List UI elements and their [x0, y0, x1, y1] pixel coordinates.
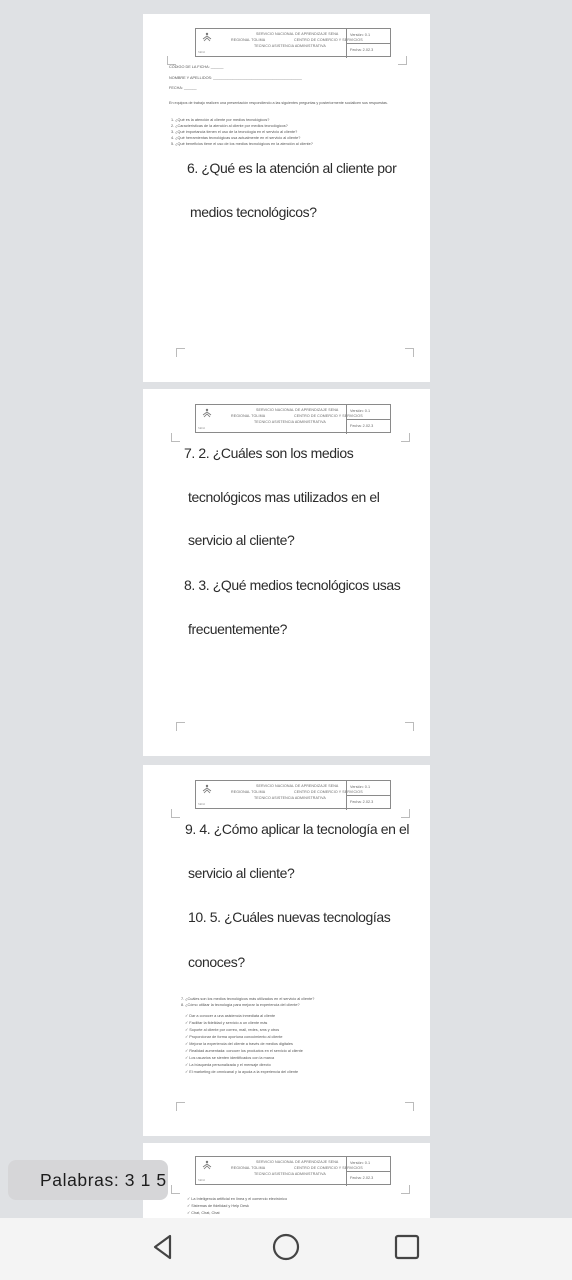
- field-code: CÓDIGO DE LA FICHA: ______: [169, 65, 224, 69]
- version-box: Versión: 0.1 Fecha: 2.02.3: [346, 781, 390, 810]
- version-label: Versión: 0.1: [347, 1157, 390, 1172]
- handwritten-line: 9. 4. ¿Cómo aplicar la tecnología en el: [185, 821, 410, 837]
- field-name: NOMBRE Y APELLIDOS: ____________________…: [169, 76, 302, 80]
- list-item: ✓ Dar a conocer a una asistencia inmedia…: [185, 1014, 276, 1018]
- logo-caption: SENA: [198, 1179, 206, 1182]
- handwritten-line: 7. 2. ¿Cuáles son los medios: [184, 445, 354, 461]
- question-item: 5. ¿Qué beneficios tiene el uso de los m…: [171, 142, 313, 146]
- document-page-1: SENA SERVICIO NACIONAL DE APRENDIZAJE SE…: [143, 14, 430, 382]
- page-corner-mark: [176, 1102, 185, 1111]
- question-item: 8. ¿Cómo utilizar la tecnología para mej…: [181, 1003, 300, 1007]
- org-line-2a: REGIONAL TOLIMA: [231, 790, 266, 794]
- org-line-2a: REGIONAL TOLIMA: [231, 414, 266, 418]
- list-item: ✓ Los usuarios se sienten identificados …: [185, 1056, 275, 1060]
- page-corner-mark: [398, 56, 407, 65]
- logo-caption: SENA: [198, 803, 206, 806]
- page-header: SENA SERVICIO NACIONAL DE APRENDIZAJE SE…: [195, 28, 391, 58]
- back-triangle-icon[interactable]: [146, 1230, 180, 1264]
- handwritten-line: frecuentemente?: [188, 621, 288, 637]
- version-label: Versión: 0.1: [347, 29, 390, 44]
- page-corner-mark: [405, 1102, 414, 1111]
- field-date: FECHA: ______: [169, 86, 197, 90]
- list-item: ✓ Soporte al cliente por correo, mail, r…: [185, 1028, 280, 1032]
- page-corner-mark: [401, 1185, 410, 1194]
- version-box: Versión: 0.1 Fecha: 2.02.3: [346, 405, 390, 434]
- handwritten-line: conoces?: [188, 954, 245, 970]
- page-corner-mark: [171, 433, 180, 442]
- sena-logo-icon: [202, 1160, 212, 1170]
- sena-logo-icon: [202, 784, 212, 794]
- version-label: Versión: 0.1: [347, 781, 390, 796]
- question-item: 2. ¿Características de la atención al cl…: [171, 124, 288, 128]
- page-corner-mark: [405, 722, 414, 731]
- page-corner-mark: [167, 56, 176, 65]
- org-line-2a: REGIONAL TOLIMA: [231, 38, 266, 42]
- list-item: ✓ Realidad aumentada: conocer los produc…: [185, 1049, 303, 1053]
- date-label: Fecha: 2.02.3: [350, 423, 374, 428]
- question-item: 3. ¿Qué importancia tienen el uso de la …: [171, 130, 298, 134]
- handwritten-line: servicio al cliente?: [188, 532, 295, 548]
- system-navigation-bar: [0, 1218, 572, 1280]
- list-item: ✓ Facilitar la fidelidad y servicio a un…: [185, 1021, 268, 1025]
- instructions: En equipos de trabajo realicen una prese…: [169, 101, 388, 105]
- page-corner-mark: [171, 809, 180, 818]
- handwritten-line: servicio al cliente?: [188, 865, 295, 881]
- org-line-3: TECNICO ASISTENCIA ADMINISTRATIVA: [254, 1172, 326, 1176]
- date-label: Fecha: 2.02.3: [350, 47, 374, 52]
- logo-caption: SENA: [198, 51, 206, 54]
- document-page-4: SENA SERVICIO NACIONAL DE APRENDIZAJE SE…: [143, 1143, 430, 1218]
- page-corner-mark: [401, 809, 410, 818]
- org-line-3: TECNICO ASISTENCIA ADMINISTRATIVA: [254, 420, 326, 424]
- handwritten-line: 8. 3. ¿Qué medios tecnológicos usas: [184, 577, 401, 593]
- version-box: Versión: 0.1 Fecha: 2.02.3: [346, 29, 390, 58]
- sena-logo-icon: [202, 408, 212, 418]
- page-corner-mark: [176, 348, 185, 357]
- date-label: Fecha: 2.02.3: [350, 799, 374, 804]
- page-corner-mark: [171, 1185, 180, 1194]
- logo-caption: SENA: [198, 427, 206, 430]
- question-item: 7. ¿Cuáles son los medios tecnológicos m…: [181, 997, 315, 1001]
- list-item: ✓ La Inteligencia artificial en línea y …: [187, 1197, 288, 1201]
- word-count-badge[interactable]: Palabras: 3 1 5: [8, 1160, 168, 1200]
- version-label: Versión: 0.1: [347, 405, 390, 420]
- handwritten-line: tecnológicos mas utilizados en el: [188, 489, 380, 505]
- version-box: Versión: 0.1 Fecha: 2.02.3: [346, 1157, 390, 1186]
- question-item: 4. ¿Qué herramientas tecnológicas usa ac…: [171, 136, 301, 140]
- list-item: ✓ Proporcionar de forma oportuna conocim…: [185, 1035, 283, 1039]
- list-item: ✓ Sistemas de fidelidad y Help Desk: [187, 1204, 249, 1208]
- page-corner-mark: [401, 433, 410, 442]
- org-line-2a: REGIONAL TOLIMA: [231, 1166, 266, 1170]
- date-label: Fecha: 2.02.3: [350, 1175, 374, 1180]
- page-header: SENA SERVICIO NACIONAL DE APRENDIZAJE SE…: [195, 780, 391, 810]
- org-line-1: SERVICIO NACIONAL DE APRENDIZAJE SENA: [256, 32, 339, 36]
- document-page-2: SENA SERVICIO NACIONAL DE APRENDIZAJE SE…: [143, 389, 430, 756]
- org-line-1: SERVICIO NACIONAL DE APRENDIZAJE SENA: [256, 1160, 339, 1164]
- page-corner-mark: [405, 348, 414, 357]
- handwritten-line: 10. 5. ¿Cuáles nuevas tecnologías: [188, 909, 391, 925]
- question-item: 1. ¿Qué es la atención al cliente por me…: [171, 118, 270, 122]
- handwritten-line: medios tecnológicos?: [190, 204, 317, 220]
- org-line-1: SERVICIO NACIONAL DE APRENDIZAJE SENA: [256, 784, 339, 788]
- list-item: ✓ Mejorar la experiencia del cliente a t…: [185, 1042, 293, 1046]
- org-line-1: SERVICIO NACIONAL DE APRENDIZAJE SENA: [256, 408, 339, 412]
- page-header: SENA SERVICIO NACIONAL DE APRENDIZAJE SE…: [195, 1156, 391, 1186]
- page-header: SENA SERVICIO NACIONAL DE APRENDIZAJE SE…: [195, 404, 391, 434]
- page-corner-mark: [176, 722, 185, 731]
- recents-square-icon[interactable]: [390, 1230, 424, 1264]
- document-page-3: SENA SERVICIO NACIONAL DE APRENDIZAJE SE…: [143, 765, 430, 1136]
- list-item: ✓ La búsqueda personalizada y el mensaje…: [185, 1063, 271, 1067]
- handwritten-line: 6. ¿Qué es la atención al cliente por: [187, 160, 397, 176]
- list-item: ✓ El marketing de omnicanal y la ayuda a…: [185, 1070, 299, 1074]
- org-line-3: TECNICO ASISTENCIA ADMINISTRATIVA: [254, 796, 326, 800]
- sena-logo-icon: [202, 32, 212, 42]
- org-line-3: TECNICO ASISTENCIA ADMINISTRATIVA: [254, 44, 326, 48]
- home-circle-icon[interactable]: [269, 1230, 303, 1264]
- list-item: ✓ Chat, Chat, Chat: [187, 1211, 220, 1215]
